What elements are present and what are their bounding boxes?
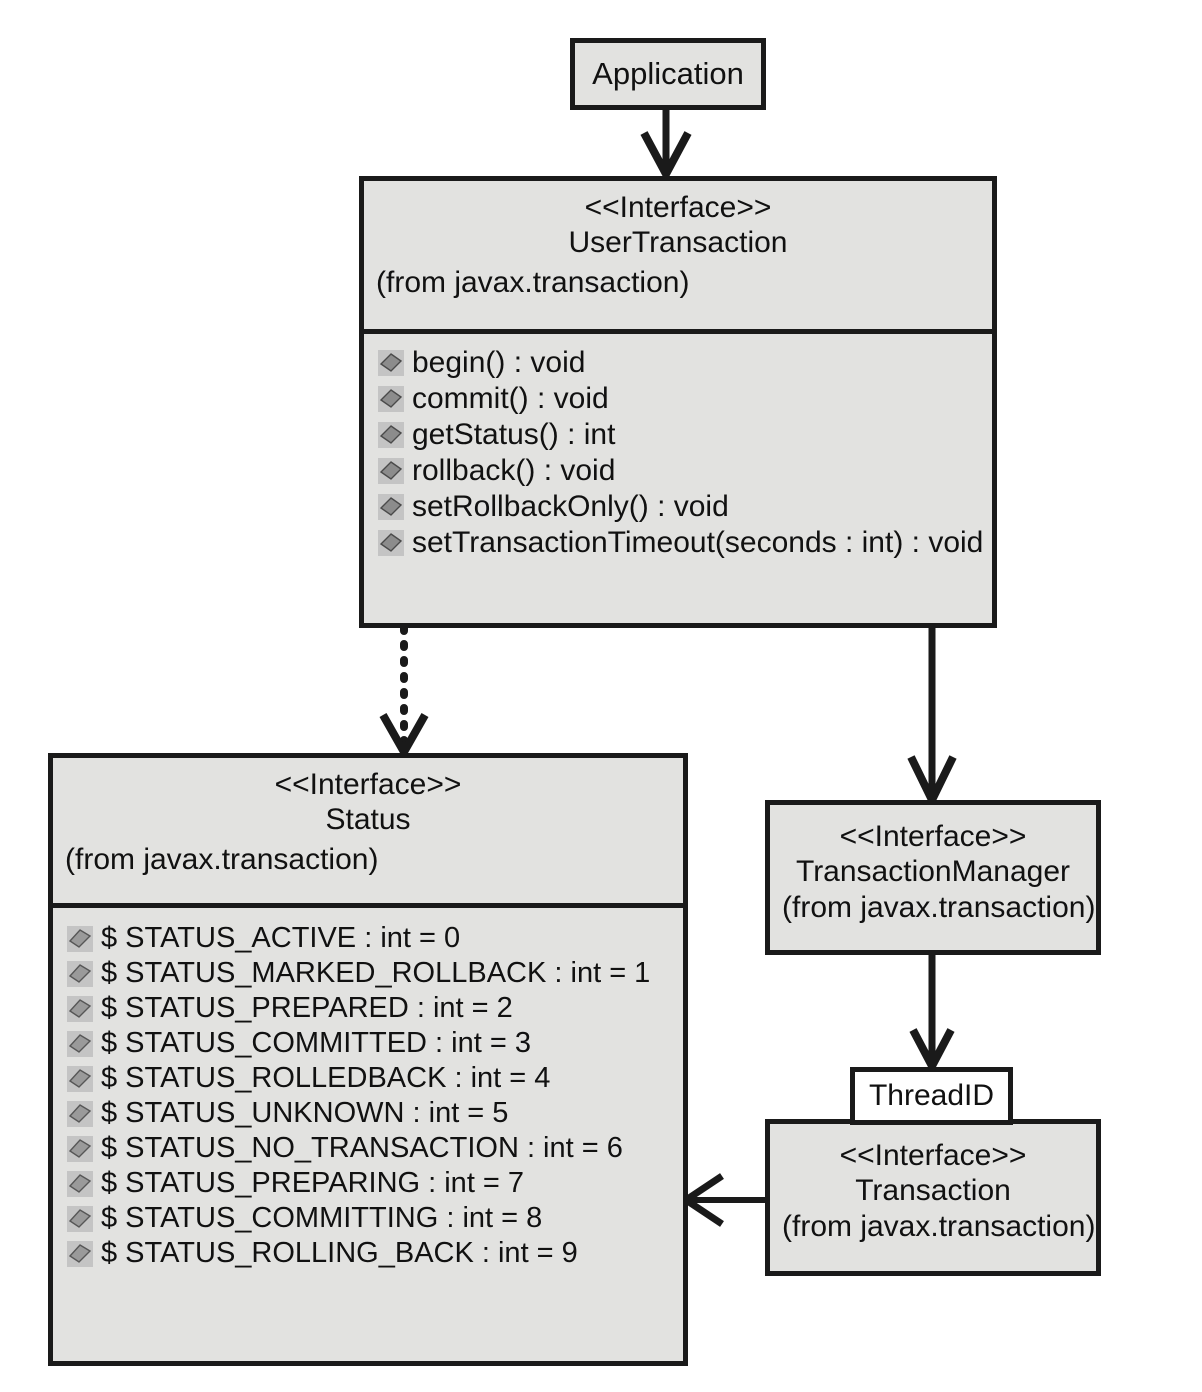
attribute-diamond-icon [67,1170,93,1197]
attribute-label: $ STATUS_MARKED_ROLLBACK : int = 1 [101,957,651,989]
method-row[interactable]: rollback() : void [378,454,982,488]
attribute-row[interactable]: $ STATUS_NO_TRANSACTION : int = 6 [67,1132,673,1165]
method-row[interactable]: begin() : void [378,346,982,380]
attribute-label: $ STATUS_NO_TRANSACTION : int = 6 [101,1132,623,1164]
method-label: commit() : void [412,382,609,415]
attribute-row[interactable]: $ STATUS_COMMITTING : int = 8 [67,1202,673,1235]
method-diamond-icon [378,422,404,448]
attribute-label: $ STATUS_ROLLING_BACK : int = 9 [101,1237,578,1269]
method-diamond-icon [378,386,404,412]
attribute-diamond-icon [67,1240,93,1267]
attribute-label: $ STATUS_UNKNOWN : int = 5 [101,1097,509,1129]
method-row[interactable]: commit() : void [378,382,982,416]
transactionmanager-name: TransactionManager [795,855,1071,889]
attribute-diamond-icon [67,960,93,987]
class-box-status[interactable]: <<Interface>> Status (from javax.transac… [48,753,688,1366]
method-label: getStatus() : int [412,418,616,451]
qualifier-box-threadid[interactable]: ThreadID [850,1067,1013,1125]
attribute-row[interactable]: $ STATUS_COMMITTED : int = 3 [67,1027,673,1060]
usertransaction-name: UserTransaction [568,226,788,260]
attribute-label: $ STATUS_ACTIVE : int = 0 [101,922,461,954]
attribute-diamond-icon [67,1030,93,1057]
uml-class-diagram: Application <<Interface>> UserTransactio… [0,0,1202,1392]
method-row[interactable]: getStatus() : int [378,418,982,452]
method-row[interactable]: setTransactionTimeout(seconds : int) : v… [378,526,984,560]
application-title: Application [592,56,744,91]
attribute-row[interactable]: $ STATUS_PREPARED : int = 2 [67,992,673,1025]
method-label: setRollbackOnly() : void [412,490,729,523]
usertransaction-package: (from javax.transaction) [376,265,690,299]
attribute-diamond-icon [67,1135,93,1162]
method-diamond-icon [378,458,404,484]
class-box-transaction[interactable]: <<Interface>> Transaction (from javax.tr… [765,1119,1101,1276]
class-box-transactionmanager[interactable]: <<Interface>> TransactionManager (from j… [765,800,1101,955]
attribute-row[interactable]: $ STATUS_PREPARING : int = 7 [67,1167,673,1200]
attribute-diamond-icon [67,925,93,952]
usertransaction-method-list: begin() : void commit() : void getStatus… [364,334,992,572]
transaction-header: <<Interface>> Transaction (from javax.tr… [770,1124,1096,1254]
status-header: <<Interface>> Status (from javax.transac… [53,758,683,903]
attribute-diamond-icon [67,1100,93,1127]
attribute-row[interactable]: $ STATUS_ACTIVE : int = 0 [67,922,673,955]
method-label: rollback() : void [412,454,616,487]
transactionmanager-package: (from javax.transaction) [782,890,1096,924]
attribute-label: $ STATUS_COMMITTED : int = 3 [101,1027,531,1059]
attribute-row[interactable]: $ STATUS_ROLLING_BACK : int = 9 [67,1237,673,1270]
method-label: setTransactionTimeout(seconds : int) : v… [412,526,984,559]
method-label: begin() : void [412,346,586,379]
attribute-row[interactable]: $ STATUS_MARKED_ROLLBACK : int = 1 [67,957,673,990]
edge-usertransaction-to-transactionmanager [907,628,957,810]
method-diamond-icon [378,350,404,376]
method-diamond-icon [378,494,404,520]
edge-transaction-to-status [679,1173,765,1227]
edge-application-to-usertransaction [640,108,692,183]
attribute-row[interactable]: $ STATUS_UNKNOWN : int = 5 [67,1097,673,1130]
method-row[interactable]: setRollbackOnly() : void [378,490,982,524]
transactionmanager-header: <<Interface>> TransactionManager (from j… [770,805,1096,935]
transaction-stereotype: <<Interface>> [839,1139,1027,1172]
threadid-label: ThreadID [868,1079,995,1112]
attribute-diamond-icon [67,995,93,1022]
status-stereotype: <<Interface>> [274,768,462,801]
attribute-label: $ STATUS_PREPARING : int = 7 [101,1167,525,1199]
transaction-name: Transaction [855,1174,1011,1208]
status-name: Status [325,803,411,837]
status-attribute-list: $ STATUS_ACTIVE : int = 0 $ STATUS_MARKE… [53,908,683,1282]
attribute-row[interactable]: $ STATUS_ROLLEDBACK : int = 4 [67,1062,673,1095]
edge-transactionmanager-to-threadid [909,955,955,1075]
attribute-label: $ STATUS_COMMITTING : int = 8 [101,1202,543,1234]
class-box-application[interactable]: Application [570,38,766,110]
class-box-usertransaction[interactable]: <<Interface>> UserTransaction (from java… [359,176,997,628]
attribute-label: $ STATUS_PREPARED : int = 2 [101,992,513,1024]
usertransaction-header: <<Interface>> UserTransaction (from java… [364,181,992,329]
status-package: (from javax.transaction) [65,842,379,876]
method-diamond-icon [378,530,404,556]
attribute-diamond-icon [67,1065,93,1092]
edge-usertransaction-to-status [379,624,429,761]
attribute-diamond-icon [67,1205,93,1232]
usertransaction-stereotype: <<Interface>> [584,191,772,224]
transaction-package: (from javax.transaction) [782,1209,1096,1243]
attribute-label: $ STATUS_ROLLEDBACK : int = 4 [101,1062,551,1094]
transactionmanager-stereotype: <<Interface>> [839,820,1027,853]
